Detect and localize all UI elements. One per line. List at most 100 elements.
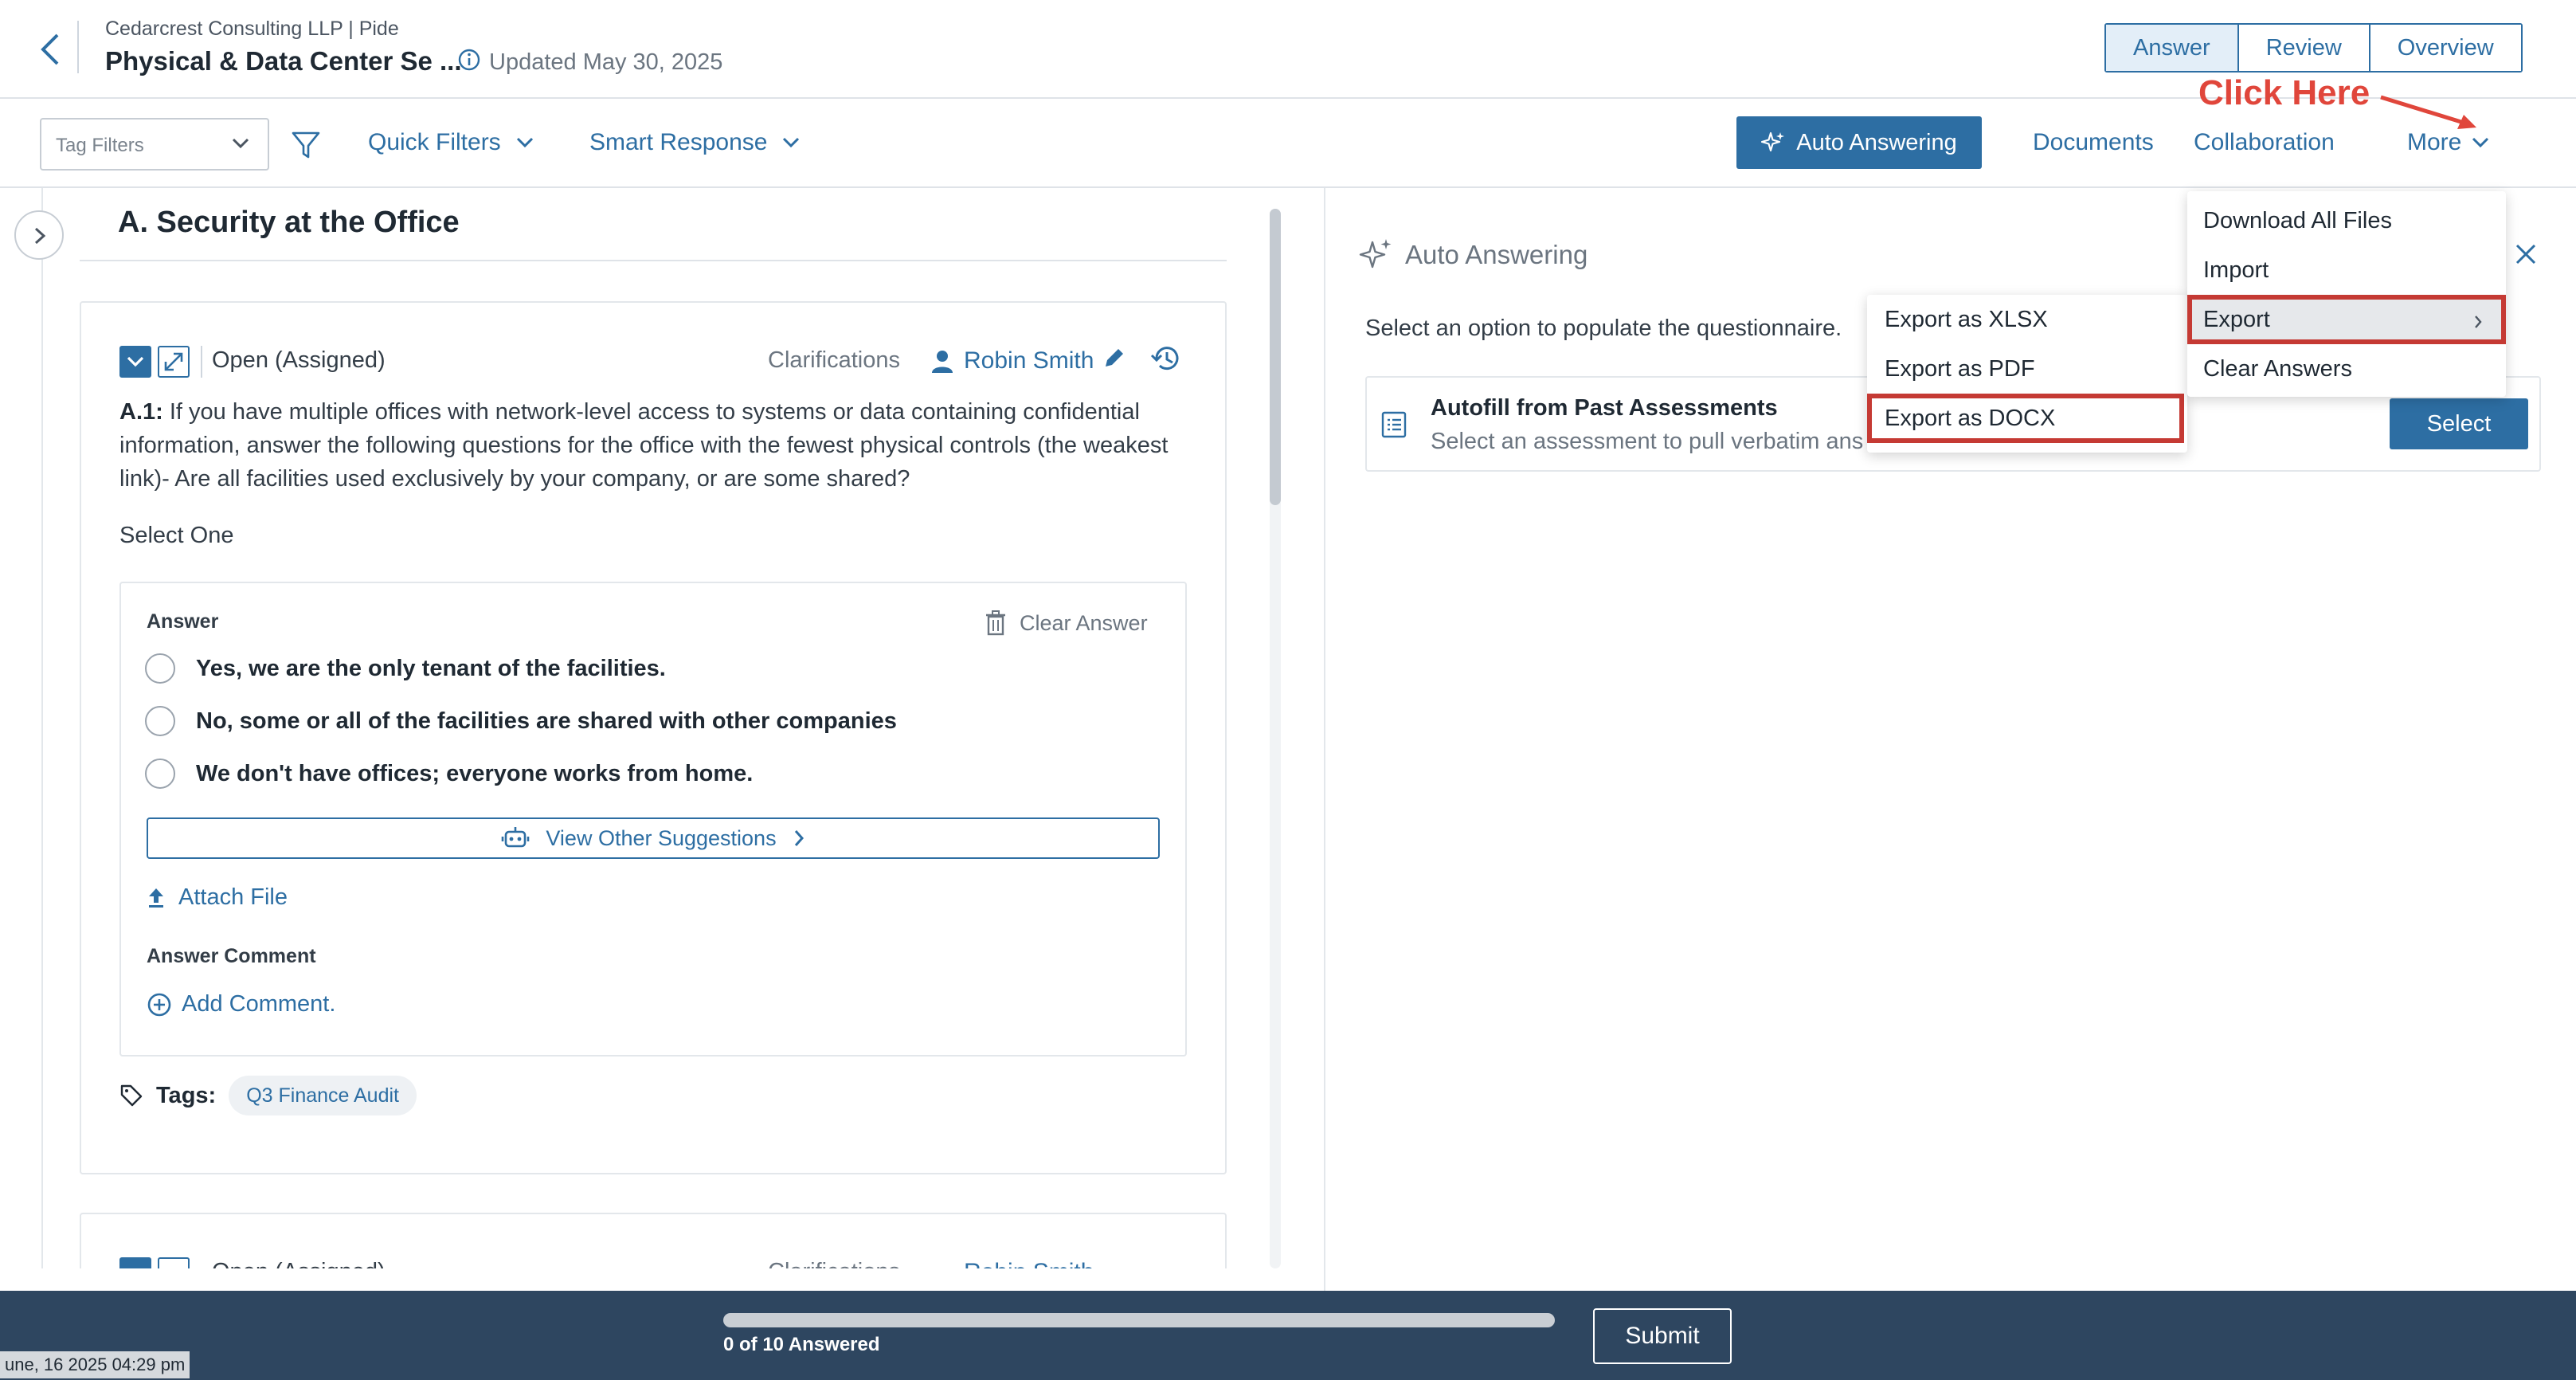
answer-option[interactable]: We don't have offices; everyone works fr… <box>145 759 753 789</box>
menu-item-export-xlsx[interactable]: Export as XLSX <box>1867 295 2187 344</box>
menu-item-export[interactable]: Export <box>2187 295 2506 344</box>
chevron-left-icon <box>41 33 59 65</box>
list-icon <box>1381 411 1407 438</box>
tag-filters-placeholder: Tag Filters <box>56 135 144 156</box>
answer-option-label: We don't have offices; everyone works fr… <box>196 760 754 786</box>
menu-item-download-all-files[interactable]: Download All Files <box>2187 196 2506 245</box>
auto-answering-title: Auto Answering <box>1405 240 1588 269</box>
auto-answering-instruction: Select an option to populate the questio… <box>1365 316 1842 341</box>
quick-filters-label: Quick Filters <box>368 129 501 155</box>
tag-filters-select[interactable]: Tag Filters <box>40 118 269 171</box>
click-here-annotation: Click Here <box>2198 73 2370 112</box>
menu-item-clear-answers[interactable]: Clear Answers <box>2187 344 2506 394</box>
select-type-label: Select One <box>119 523 234 548</box>
answer-option[interactable]: No, some or all of the facilities are sh… <box>145 706 897 736</box>
plus-circle-icon <box>147 992 172 1017</box>
clear-answer-button[interactable]: Clear Answer <box>985 610 1148 636</box>
history-icon[interactable] <box>1149 341 1184 376</box>
assignee-name[interactable]: Robin Smith <box>964 347 1094 374</box>
edit-pencil-icon[interactable] <box>1101 344 1128 371</box>
answer-option-label: Yes, we are the only tenant of the facil… <box>196 655 666 681</box>
view-other-suggestions-button[interactable]: View Other Suggestions <box>147 817 1160 859</box>
select-button[interactable]: Select <box>2390 398 2528 449</box>
tag-chip[interactable]: Q3 Finance Audit <box>229 1076 417 1115</box>
autofill-subtitle: Select an assessment to pull verbatim an… <box>1431 429 1864 454</box>
menu-item-export-label: Export <box>2203 307 2270 332</box>
quick-filters-dropdown[interactable]: Quick Filters <box>368 129 534 156</box>
arrow-annotation-icon <box>2378 88 2481 135</box>
filter-icon[interactable] <box>290 129 322 161</box>
chevron-down-icon <box>515 136 534 149</box>
question-body: If you have multiple offices with networ… <box>119 399 1169 492</box>
expand-button[interactable] <box>158 346 190 378</box>
sidebar-toggle-button[interactable] <box>14 210 64 260</box>
questionnaire-title: Physical & Data Center Se ... <box>105 46 462 76</box>
chevron-down-icon <box>231 137 250 150</box>
expand-icon <box>164 352 183 371</box>
attach-file-button[interactable]: Attach File <box>147 884 288 911</box>
tab-overview[interactable]: Overview <box>2368 25 2521 71</box>
view-other-suggestions-label: View Other Suggestions <box>546 825 777 850</box>
section-divider <box>80 260 1227 261</box>
toolbar: Tag Filters Quick Filters Smart Response… <box>0 99 2576 188</box>
more-menu: Download All Files Import Export Clear A… <box>2187 191 2506 397</box>
autofill-title: Autofill from Past Assessments <box>1431 395 1778 421</box>
add-comment-label: Add Comment. <box>182 991 336 1017</box>
auto-answering-button[interactable]: Auto Answering <box>1736 116 1982 169</box>
company-name: Cedarcrest Consulting LLP | Pide <box>105 18 399 40</box>
auto-answering-label: Auto Answering <box>1796 129 1957 155</box>
trash-icon <box>985 610 1007 636</box>
auto-answering-panel-title: Auto Answering <box>1359 237 1587 272</box>
smart-response-label: Smart Response <box>589 129 768 155</box>
chevron-right-icon <box>793 829 805 848</box>
menu-item-export-pdf[interactable]: Export as PDF <box>1867 344 2187 394</box>
sidebar-edge <box>41 188 43 1291</box>
export-submenu: Export as XLSX Export as PDF Export as D… <box>1867 295 2187 453</box>
question-id: A.1: <box>119 399 163 425</box>
question-text: A.1: If you have multiple offices with n… <box>119 395 1195 496</box>
section-title: A. Security at the Office <box>118 206 460 239</box>
chevron-right-icon <box>2472 314 2484 330</box>
answer-option-label: No, some or all of the facilities are sh… <box>196 708 897 734</box>
view-tabs: Answer Review Overview <box>2104 23 2523 73</box>
updated-date: Updated May 30, 2025 <box>489 49 723 75</box>
tab-review[interactable]: Review <box>2237 25 2369 71</box>
header-divider <box>77 21 79 73</box>
scroll-clip <box>0 1268 1322 1291</box>
progress-track <box>723 1313 1555 1327</box>
menu-item-import[interactable]: Import <box>2187 245 2506 295</box>
clarifications-link[interactable]: Clarifications <box>768 347 900 374</box>
info-icon[interactable] <box>457 48 481 72</box>
smart-response-dropdown[interactable]: Smart Response <box>589 129 801 156</box>
tags-row: Tags: Q3 Finance Audit <box>119 1076 417 1115</box>
collapse-checkbox[interactable] <box>119 346 151 378</box>
radio-button[interactable] <box>145 759 175 789</box>
clear-answer-label: Clear Answer <box>1020 610 1148 635</box>
documents-link[interactable]: Documents <box>2033 129 2154 156</box>
answered-count: 0 of 10 Answered <box>723 1334 880 1355</box>
menu-item-export-docx[interactable]: Export as DOCX <box>1867 394 2184 443</box>
radio-button[interactable] <box>145 706 175 736</box>
radio-button[interactable] <box>145 653 175 684</box>
collaboration-link[interactable]: Collaboration <box>2194 129 2335 156</box>
timestamp-overlay: une, 16 2025 04:29 pm <box>0 1351 190 1378</box>
upload-icon <box>147 887 166 909</box>
submit-button[interactable]: Submit <box>1593 1308 1732 1364</box>
close-icon[interactable] <box>2514 242 2538 266</box>
tab-answer[interactable]: Answer <box>2106 25 2237 71</box>
answer-option[interactable]: Yes, we are the only tenant of the facil… <box>145 653 666 684</box>
sparkle-icon <box>1359 237 1394 272</box>
status-divider <box>201 346 202 378</box>
scrollbar-thumb[interactable] <box>1270 209 1281 505</box>
answer-comment-label: Answer Comment <box>147 945 316 967</box>
sparkle-icon <box>1761 131 1785 155</box>
question-status: Open (Assigned) <box>212 347 386 373</box>
tag-icon <box>119 1084 143 1108</box>
back-button[interactable] <box>32 27 70 72</box>
add-comment-button[interactable]: Add Comment. <box>147 991 335 1017</box>
tags-label: Tags: <box>156 1082 217 1108</box>
attach-file-label: Attach File <box>178 884 288 910</box>
footer-bar <box>0 1291 2576 1380</box>
user-icon <box>930 349 954 374</box>
answer-label: Answer <box>147 610 219 633</box>
